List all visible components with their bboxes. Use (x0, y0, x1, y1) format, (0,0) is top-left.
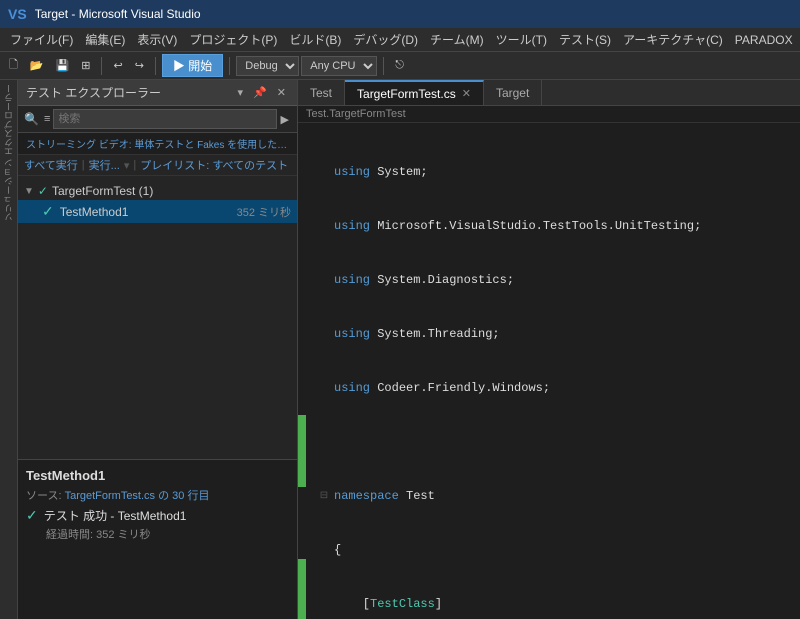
streaming-bar: ストリーミング ビデオ: 単体テストと Fakes を使用した反 » (18, 133, 297, 155)
cpu-dropdown[interactable]: Any CPU (301, 56, 377, 76)
menu-test[interactable]: テスト(S) (553, 29, 617, 50)
test-success-icon: ✓ (42, 203, 54, 220)
menu-debug[interactable]: デバッグ(D) (347, 29, 424, 50)
undo-btn[interactable]: ↩ (108, 56, 127, 75)
test-time-label: 352 ミリ秒 (237, 204, 291, 220)
code-line: using System.Diagnostics; (318, 271, 800, 289)
run-all-btn[interactable]: すべて実行 (24, 157, 78, 173)
pin-btn[interactable]: 📌 (250, 85, 270, 100)
save-btn[interactable]: 💾 (51, 56, 75, 75)
tab-test[interactable]: Test (298, 80, 345, 105)
start-btn[interactable]: ▶ 開始 (162, 54, 223, 77)
tab-targetformtest-label: TargetFormTest.cs (357, 87, 456, 101)
debug-config-dropdown[interactable]: Debug (236, 56, 299, 76)
group-arrow-icon: ▼ (24, 186, 34, 197)
side-strip: ソリューション エクスプローラー (0, 80, 18, 619)
detail-status-label: テスト 成功 - TestMethod1 (44, 507, 187, 524)
test-explorer-title: テスト エクスプローラー (26, 84, 161, 101)
code-editor[interactable]: using System; using Microsoft.VisualStud… (298, 123, 800, 619)
code-gutter (298, 127, 306, 615)
streaming-link[interactable]: ストリーミング ビデオ: 単体テストと Fakes を使用した反 » (26, 140, 295, 151)
detail-source-link[interactable]: TargetFormTest.cs の 30 行目 (65, 490, 210, 502)
toolbar-sep-4 (383, 57, 384, 75)
new-project-btn[interactable]: 🗋 (4, 53, 23, 78)
breadcrumb-namespace: Test.TargetFormTest (306, 108, 406, 120)
redo-btn[interactable]: ↪ (130, 56, 149, 75)
vs-logo-icon: VS (8, 6, 27, 22)
menu-team[interactable]: チーム(M) (424, 29, 490, 50)
code-content: using System; using Microsoft.VisualStud… (306, 127, 800, 615)
search-go-btn[interactable]: ▶ (277, 111, 293, 128)
code-area: Test TargetFormTest.cs ✕ Target Test.Tar… (298, 80, 800, 619)
group-success-icon: ✓ (38, 184, 48, 198)
group-name: TargetFormTest (1) (52, 184, 153, 198)
test-explorer-panel: テスト エクスプローラー ▾ 📌 ✕ 🔍 ≡ ▶ ストリーミング ビデオ: 単体… (18, 80, 298, 619)
code-line: [TestClass] (318, 595, 800, 613)
code-line: using System.Threading; (318, 325, 800, 343)
menu-view[interactable]: 表示(V) (131, 29, 183, 50)
test-item-name: ✓ TestMethod1 (42, 203, 128, 220)
toolbar-sep-2 (155, 57, 156, 75)
title-bar: VS Target - Microsoft Visual Studio (0, 0, 800, 28)
menu-bar: ファイル(F) 編集(E) 表示(V) プロジェクト(P) ビルド(B) デバッ… (0, 28, 800, 52)
panel-controls: ▾ 📌 ✕ (235, 85, 289, 100)
tab-target-label: Target (496, 86, 529, 100)
code-breadcrumb: Test.TargetFormTest (298, 106, 800, 123)
detail-panel: TestMethod1 ソース: TargetFormTest.cs の 30 … (18, 459, 297, 619)
toolbar-extra-btn[interactable]: ⎋ (390, 56, 409, 75)
close-panel-btn[interactable]: ✕ (274, 85, 289, 100)
main-layout: ソリューション エクスプローラー テスト エクスプローラー ▾ 📌 ✕ 🔍 ≡ … (0, 80, 800, 619)
menu-edit[interactable]: 編集(E) (79, 29, 131, 50)
menu-file[interactable]: ファイル(F) (4, 29, 79, 50)
tab-close-btn[interactable]: ✕ (462, 87, 471, 100)
menu-arch[interactable]: アーキテクチャ(C) (617, 29, 729, 50)
code-line: { (318, 541, 800, 559)
menu-paradox[interactable]: PARADOX (729, 31, 799, 49)
menu-project[interactable]: プロジェクト(P) (183, 29, 283, 50)
window-title: Target - Microsoft Visual Studio (35, 7, 201, 21)
code-line (318, 433, 800, 451)
open-btn[interactable]: 📂 (25, 56, 49, 75)
detail-time: 経過時間: 352 ミリ秒 (46, 526, 289, 542)
search-input[interactable] (53, 109, 276, 129)
toolbar-sep-3 (229, 57, 230, 75)
code-line: using Codeer.Friendly.Windows; (318, 379, 800, 397)
action-bar: すべて実行 | 実行... ▾ | プレイリスト: すべてのテスト (18, 155, 297, 176)
run-btn[interactable]: 実行... (89, 157, 120, 173)
tab-targetformtest[interactable]: TargetFormTest.cs ✕ (345, 80, 484, 105)
tab-target[interactable]: Target (484, 80, 542, 105)
detail-method-name: TestMethod1 (26, 468, 289, 483)
code-line: using Microsoft.VisualStudio.TestTools.U… (318, 217, 800, 235)
tab-bar: Test TargetFormTest.cs ✕ Target (298, 80, 800, 106)
panel-menu-btn[interactable]: ▾ (235, 85, 247, 100)
solution-explorer-tab[interactable]: ソリューション エクスプローラー (0, 80, 17, 226)
detail-status: ✓ テスト 成功 - TestMethod1 (26, 507, 289, 524)
toolbar: 🗋 📂 💾 ⊞ ↩ ↪ ▶ 開始 Debug Any CPU ⎋ (0, 52, 800, 80)
test-group: ▼ ✓ TargetFormTest (1) ✓ TestMethod1 352… (18, 182, 297, 223)
view-toggle-btn[interactable]: ≡ (41, 112, 53, 126)
code-line: ⊟namespace Test (318, 487, 800, 505)
code-line: using System; (318, 163, 800, 181)
detail-status-icon: ✓ (26, 507, 38, 524)
test-name-label: TestMethod1 (60, 205, 129, 219)
toolbar-sep-1 (101, 57, 102, 75)
test-tree: ▼ ✓ TargetFormTest (1) ✓ TestMethod1 352… (18, 176, 297, 459)
save-all-btn[interactable]: ⊞ (76, 56, 95, 75)
menu-tools[interactable]: ツール(T) (490, 29, 553, 50)
menu-build[interactable]: ビルド(B) (283, 29, 347, 50)
test-item-testmethod1[interactable]: ✓ TestMethod1 352 ミリ秒 (18, 200, 297, 223)
tab-test-label: Test (310, 86, 332, 100)
test-group-header[interactable]: ▼ ✓ TargetFormTest (1) (18, 182, 297, 200)
test-explorer-header: テスト エクスプローラー ▾ 📌 ✕ (18, 80, 297, 106)
search-icon: 🔍 (22, 110, 41, 128)
detail-source: ソース: TargetFormTest.cs の 30 行目 (26, 487, 289, 503)
search-bar: 🔍 ≡ ▶ (18, 106, 297, 133)
playlist-btn[interactable]: プレイリスト: すべてのテスト (140, 157, 288, 173)
